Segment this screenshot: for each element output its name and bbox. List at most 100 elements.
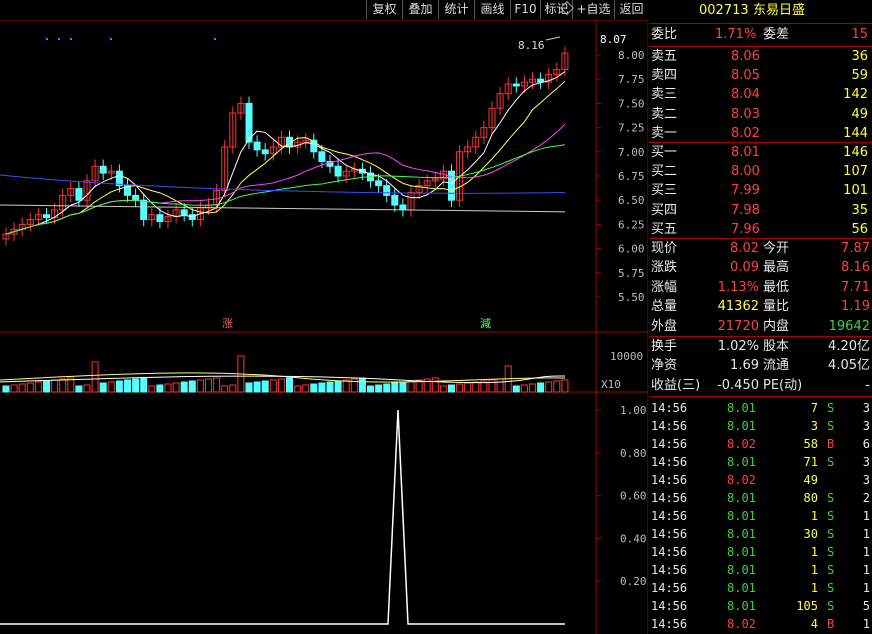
- volume-bar: [358, 377, 366, 393]
- volume-scale-label: 10000: [610, 350, 643, 363]
- order-ratio-row: 委比 1.71% 委差 15: [651, 27, 868, 42]
- fund-row: 净资 1.69 流通 4.05亿: [651, 358, 870, 374]
- volume-bar: [75, 385, 83, 393]
- volume-bar: [545, 381, 553, 393]
- ask-row: 卖二 8.03 49: [651, 106, 868, 122]
- ask-row: 卖一 8.02 144: [651, 125, 868, 141]
- indicator-tick: 0.40: [620, 532, 647, 545]
- price-tick: 6.00: [618, 243, 645, 256]
- volume-bar: [18, 383, 26, 393]
- volume-bar: [229, 384, 237, 393]
- ma-line: [5, 123, 566, 235]
- tick-row: 14:56 8.02 4 B 1: [651, 617, 870, 631]
- volume-bar: [43, 380, 50, 393]
- price-tick: 5.75: [618, 267, 645, 280]
- volume-bar: [520, 384, 528, 393]
- volume-bar: [318, 382, 326, 393]
- volume-bar: [26, 382, 34, 393]
- toolbar-button-4[interactable]: F10: [510, 0, 540, 19]
- volume-bar: [205, 378, 212, 393]
- volume-bar: [431, 377, 439, 393]
- quote-panel: 002713 东易日盛 委比 1.71% 委差 15 卖五 8.06 36 卖四 8.0…: [649, 0, 872, 634]
- quote-row: 外盘 21720 内盘 19642: [651, 318, 870, 334]
- volume-bar: [286, 377, 293, 393]
- volume-bar: [164, 383, 172, 393]
- volume-bar: [391, 382, 399, 393]
- volume-bar: [310, 383, 318, 393]
- volume-bar: [245, 382, 253, 393]
- volume-bar: [156, 384, 164, 393]
- volume-bar: [34, 381, 42, 393]
- toolbar-button-2[interactable]: 统计: [438, 0, 474, 19]
- volume-bar: [221, 385, 229, 393]
- toolbar-button-3[interactable]: 画线: [474, 0, 510, 19]
- candle-body: [391, 194, 399, 206]
- volume-bars: [0, 355, 569, 393]
- volume-bar: [399, 381, 407, 393]
- volume-bar: [124, 379, 131, 393]
- volume-bar: [342, 379, 350, 393]
- volume-bar: [83, 384, 91, 393]
- volume-bar: [261, 380, 269, 393]
- volume-unit-label: X10: [601, 378, 621, 391]
- candle-body: [318, 151, 326, 162]
- kline-chart[interactable]: 8.00 7.75 7.50 7.25 7.00 6.75 6.50 6.25 6.00 5.75…: [0, 20, 648, 634]
- volume-bar: [439, 385, 447, 393]
- quote-row: 现价 8.02 今开 7.87: [651, 241, 870, 256]
- volume-bar: [148, 385, 156, 393]
- price-tick: 7.00: [618, 146, 645, 159]
- tick-row: 14:56 8.01 105 S 5: [651, 599, 870, 613]
- toolbar-button-7[interactable]: 返回: [614, 0, 648, 19]
- tick-row: 14:56 8.01 1 S 1: [651, 545, 870, 559]
- volume-bar: [107, 381, 115, 393]
- tick-row: 14:56 8.01 71 S 3: [651, 455, 870, 469]
- price-tick: 8.00: [618, 49, 645, 62]
- candle-body: [383, 185, 391, 196]
- quote-row: 涨跌 0.09 最高 8.16: [651, 260, 870, 276]
- price-tick: 7.75: [618, 73, 645, 86]
- candle-body: [75, 188, 83, 201]
- candle-body: [375, 180, 383, 187]
- candle-body: [448, 170, 455, 201]
- tick-row: 14:56 8.01 7 S 3: [651, 401, 870, 415]
- stock-title: 002713 东易日盛: [649, 2, 872, 20]
- volume-bar: [553, 380, 561, 393]
- bid-row: 买五 7.96 56: [651, 221, 868, 237]
- ma-line: [5, 71, 566, 235]
- toolbar-button-0[interactable]: 复权: [366, 0, 402, 19]
- indicator-tick: 0.60: [620, 490, 647, 503]
- volume-bar: [334, 380, 342, 393]
- candle-body: [245, 102, 253, 143]
- volume-bar: [91, 361, 99, 393]
- indicator-tick: 1.00: [620, 404, 647, 417]
- bid-row: 买三 7.99 101: [651, 183, 868, 199]
- candle-body: [512, 83, 520, 87]
- indicator-line: [0, 409, 565, 625]
- indicator-lines: [0, 36, 565, 625]
- volume-bar: [367, 385, 374, 393]
- bid-row: 买四 7.98 35: [651, 202, 868, 218]
- chart-toolbar: 复权 叠加 统计 画线 F10 标记 +自选 返回: [0, 0, 648, 20]
- indicator-tick: 0.20: [620, 575, 647, 588]
- ask-row: 卖五 8.06 36: [651, 49, 868, 64]
- candle-body: [115, 170, 123, 187]
- tick-row: 14:56 8.01 1 S 1: [651, 509, 870, 523]
- candle-body: [261, 149, 269, 155]
- tick-row: 14:56 8.02 58 B 6: [651, 437, 870, 451]
- volume-bar: [180, 381, 188, 393]
- price-tick: 6.25: [618, 218, 645, 231]
- volume-bar: [269, 379, 277, 393]
- volume-bar: [10, 384, 18, 393]
- toolbar-button-6[interactable]: +自选: [572, 0, 614, 19]
- fund-row: 收益(三) -0.450 PE(动) -: [651, 377, 870, 393]
- volume-bar: [512, 385, 520, 393]
- price-tick: 6.75: [618, 170, 645, 183]
- volume-bar: [140, 377, 148, 393]
- tick-row: 14:56 8.01 3 S 3: [651, 419, 870, 433]
- candle-body: [140, 199, 148, 221]
- volume-bar: [464, 382, 472, 393]
- volume-bar: [496, 378, 504, 393]
- volume-bar: [2, 385, 10, 393]
- toolbar-button-1[interactable]: 叠加: [402, 0, 438, 19]
- volume-bar: [172, 382, 180, 393]
